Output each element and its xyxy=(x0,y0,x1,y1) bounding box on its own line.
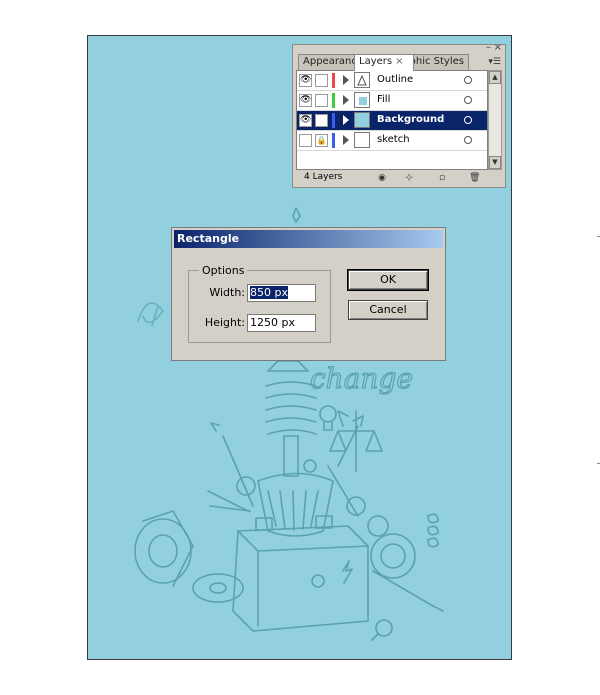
artwork-text: change xyxy=(310,362,413,395)
rectangle-dialog: Rectangle Options Width: 850 px Height: … xyxy=(171,227,446,361)
make-clipping-mask-icon[interactable]: ◉ xyxy=(377,173,387,183)
scroll-down-icon[interactable]: ▼ xyxy=(489,156,501,169)
layer-row-fill[interactable]: 👁 Fill xyxy=(297,91,487,111)
visibility-eye-icon[interactable]: 👁 xyxy=(299,114,312,127)
layer-name: Background xyxy=(377,114,445,125)
visibility-toggle[interactable] xyxy=(299,134,312,147)
ok-button[interactable]: OK xyxy=(347,269,429,291)
expand-triangle-icon[interactable] xyxy=(343,95,349,105)
scroll-up-icon[interactable]: ▲ xyxy=(489,71,501,84)
width-input[interactable]: 850 px xyxy=(247,284,316,302)
layer-color-swatch xyxy=(332,133,335,148)
cancel-button[interactable]: Cancel xyxy=(348,300,428,320)
layer-count: 4 Layers xyxy=(304,172,343,182)
layer-thumbnail xyxy=(354,92,370,108)
target-circle-icon[interactable] xyxy=(464,136,472,144)
layer-row-sketch[interactable]: 🔒 sketch xyxy=(297,131,487,151)
delete-layer-icon[interactable]: 🗑 xyxy=(469,173,480,183)
visibility-eye-icon[interactable]: 👁 xyxy=(299,94,312,107)
tab-label: Layers xyxy=(359,56,393,67)
width-label: Width: xyxy=(209,286,245,299)
close-panel-button[interactable]: × xyxy=(494,42,502,53)
panel-menu-icon[interactable]: ▾☰ xyxy=(488,57,501,67)
minimize-panel-button[interactable]: – xyxy=(486,42,491,53)
panel-footer: 4 Layers ◉ ⊹ ▫ 🗑 xyxy=(293,170,505,187)
layer-thumbnail xyxy=(354,132,370,148)
target-circle-icon[interactable] xyxy=(464,76,472,84)
lock-toggle[interactable] xyxy=(315,74,328,87)
layer-row-background[interactable]: 👁 Background xyxy=(297,111,487,131)
height-input[interactable]: 1250 px xyxy=(247,314,316,332)
layer-color-swatch xyxy=(332,93,335,108)
layers-panel[interactable]: – × Appearance Layers× Graphic Styles ▾☰… xyxy=(292,42,506,188)
layer-name: Outline xyxy=(377,74,414,85)
options-group: Options Width: 850 px Height: 1250 px xyxy=(188,264,331,343)
layers-scrollbar[interactable]: ▲ ▼ xyxy=(488,70,502,170)
expand-triangle-icon[interactable] xyxy=(343,135,349,145)
height-label: Height: xyxy=(204,316,245,329)
layers-list: 👁 Outline 👁 Fill 👁 Background 🔒 sketch xyxy=(296,70,488,170)
create-sublayer-icon[interactable]: ⊹ xyxy=(404,173,414,183)
lock-toggle[interactable] xyxy=(315,114,328,127)
layer-row-outline[interactable]: 👁 Outline xyxy=(297,71,487,91)
layer-thumbnail xyxy=(354,72,370,88)
lock-toggle[interactable] xyxy=(315,94,328,107)
layer-color-swatch xyxy=(332,113,335,128)
close-tab-icon[interactable]: × xyxy=(395,56,403,67)
layer-name: Fill xyxy=(377,94,391,105)
lock-icon[interactable]: 🔒 xyxy=(315,134,328,147)
options-legend: Options xyxy=(199,264,248,277)
visibility-eye-icon[interactable]: 👁 xyxy=(299,74,312,87)
height-value: 1250 px xyxy=(250,316,295,329)
dialog-title[interactable]: Rectangle xyxy=(174,230,443,248)
expand-triangle-icon[interactable] xyxy=(343,115,349,125)
new-layer-icon[interactable]: ▫ xyxy=(437,173,447,183)
target-circle-icon[interactable] xyxy=(464,116,472,124)
tab-layers[interactable]: Layers × xyxy=(354,54,414,71)
tab-graphic-styles[interactable]: Graphic Styles xyxy=(405,54,469,70)
layer-color-swatch xyxy=(332,73,335,88)
layer-thumbnail xyxy=(354,112,370,128)
layer-name: sketch xyxy=(377,134,410,145)
target-circle-icon[interactable] xyxy=(464,96,472,104)
width-value: 850 px xyxy=(250,286,288,299)
expand-triangle-icon[interactable] xyxy=(343,75,349,85)
